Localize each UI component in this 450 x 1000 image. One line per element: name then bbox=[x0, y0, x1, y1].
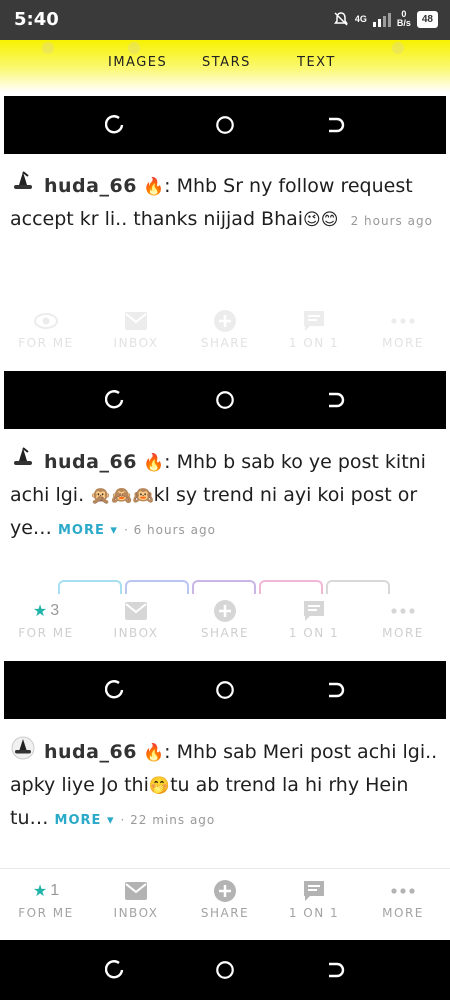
recent-apps-button[interactable] bbox=[105, 960, 125, 980]
action-bar: FOR ME INBOX SHARE 1 ON 1 MORE bbox=[0, 310, 450, 370]
recent-apps-icon bbox=[105, 960, 124, 979]
faded-tab-icon bbox=[392, 42, 404, 54]
for-me-button[interactable]: ★ 3 FOR ME bbox=[6, 600, 86, 640]
username[interactable]: huda_66 bbox=[44, 741, 137, 763]
share-button[interactable]: SHARE bbox=[185, 880, 265, 920]
more-button[interactable]: MORE bbox=[363, 600, 443, 640]
chat-icon bbox=[304, 601, 324, 621]
one-on-one-button[interactable]: 1 ON 1 bbox=[274, 880, 354, 920]
post-card[interactable]: huda_66 🔥: Mhb sab Meri post achi lgi.. … bbox=[10, 736, 440, 837]
post-time: · 6 hours ago bbox=[123, 523, 216, 537]
dots-icon bbox=[391, 318, 415, 324]
more-button[interactable]: MORE bbox=[363, 880, 443, 920]
for-me-button[interactable]: ★ 1 FOR ME bbox=[6, 880, 86, 920]
home-circle-icon bbox=[215, 115, 235, 135]
filter-chip bbox=[58, 580, 122, 594]
star-icon: ★ bbox=[32, 603, 48, 620]
witch-hat-avatar-icon[interactable] bbox=[10, 736, 36, 760]
back-icon bbox=[329, 962, 345, 978]
back-button[interactable] bbox=[325, 960, 345, 980]
tab-images[interactable]: IMAGES bbox=[108, 55, 167, 70]
witch-hat-avatar-icon[interactable] bbox=[10, 170, 36, 194]
for-me-button[interactable]: FOR ME bbox=[6, 310, 86, 350]
status-icons: 4G 0 B/s 48 bbox=[333, 10, 438, 28]
mute-bell-icon bbox=[333, 12, 348, 26]
fire-icon: 🔥 bbox=[142, 177, 165, 197]
post-emojis: 😉😊 bbox=[303, 210, 339, 230]
envelope-icon bbox=[125, 602, 147, 620]
inbox-button[interactable]: INBOX bbox=[96, 600, 176, 640]
one-on-one-button[interactable]: 1 ON 1 bbox=[274, 600, 354, 640]
star-count: 1 bbox=[50, 882, 60, 899]
hand-over-mouth-emoji: 🤭 bbox=[148, 776, 171, 796]
share-button[interactable]: SHARE bbox=[185, 600, 265, 640]
filter-chip bbox=[192, 580, 256, 594]
filter-chip bbox=[125, 580, 189, 594]
home-circle-icon bbox=[215, 680, 235, 700]
star-count: 3 bbox=[50, 602, 60, 619]
monkey-emojis: 🙊🙈🙉 bbox=[90, 486, 154, 506]
system-navigation-bar bbox=[0, 940, 450, 1000]
action-bar: ★ 3 FOR ME INBOX SHARE 1 ON 1 MORE bbox=[0, 600, 450, 660]
fire-icon: 🔥 bbox=[142, 743, 165, 763]
username[interactable]: huda_66 bbox=[44, 175, 137, 197]
android-navbar-image bbox=[4, 96, 446, 154]
fire-icon: 🔥 bbox=[142, 453, 165, 473]
plus-circle-icon bbox=[214, 310, 236, 332]
plus-circle-icon bbox=[214, 880, 236, 902]
witch-hat-avatar-icon[interactable] bbox=[10, 446, 36, 470]
signal-icon bbox=[372, 11, 391, 27]
filter-chip bbox=[326, 580, 390, 594]
android-navbar-image bbox=[4, 661, 446, 719]
divider bbox=[0, 868, 450, 869]
status-bar: 5:40 4G 0 B/s 48 bbox=[0, 0, 450, 40]
battery-icon: 48 bbox=[416, 10, 438, 28]
chat-icon bbox=[304, 881, 324, 901]
post-time: 2 hours ago bbox=[350, 214, 433, 228]
tabs-bar: IMAGES STARS TEXT bbox=[0, 40, 450, 92]
home-button[interactable] bbox=[215, 960, 235, 980]
recent-apps-icon bbox=[105, 390, 125, 410]
eye-icon bbox=[34, 313, 58, 329]
back-icon bbox=[325, 390, 345, 410]
network-type: 4G bbox=[354, 14, 367, 24]
share-button[interactable]: SHARE bbox=[185, 310, 265, 350]
plus-circle-icon bbox=[214, 600, 236, 622]
dots-icon bbox=[391, 888, 415, 894]
filter-chip bbox=[259, 580, 323, 594]
inbox-button[interactable]: INBOX bbox=[96, 880, 176, 920]
dots-icon bbox=[391, 608, 415, 614]
username[interactable]: huda_66 bbox=[44, 451, 137, 473]
back-icon bbox=[325, 680, 345, 700]
post-time: · 22 mins ago bbox=[120, 813, 216, 827]
tab-text[interactable]: TEXT bbox=[297, 55, 336, 70]
action-bar: ★ 1 FOR ME INBOX SHARE 1 ON 1 MORE bbox=[0, 880, 450, 940]
android-navbar-image bbox=[4, 371, 446, 429]
inbox-button[interactable]: INBOX bbox=[96, 310, 176, 350]
faded-tab-icon bbox=[128, 42, 140, 54]
net-speed: 0 B/s bbox=[396, 9, 411, 28]
envelope-icon bbox=[125, 882, 147, 900]
status-time: 5:40 bbox=[14, 9, 59, 30]
more-button[interactable]: MORE bbox=[363, 310, 443, 350]
back-icon bbox=[325, 115, 345, 135]
more-link[interactable]: MORE ▾ bbox=[58, 523, 118, 538]
tab-stars[interactable]: STARS bbox=[202, 55, 251, 70]
star-icon: ★ bbox=[32, 883, 48, 900]
recent-apps-icon bbox=[105, 115, 125, 135]
faded-tab-icon bbox=[42, 42, 54, 54]
post-card[interactable]: huda_66 🔥: Mhb b sab ko ye post kitni ac… bbox=[10, 446, 440, 547]
envelope-icon bbox=[125, 312, 147, 330]
recent-apps-icon bbox=[105, 680, 125, 700]
home-circle-icon bbox=[216, 961, 234, 979]
one-on-one-button[interactable]: 1 ON 1 bbox=[274, 310, 354, 350]
chat-icon bbox=[304, 311, 324, 331]
more-link[interactable]: MORE ▾ bbox=[55, 813, 115, 828]
post-card[interactable]: huda_66 🔥: Mhb Sr ny follow request acce… bbox=[10, 170, 440, 237]
home-circle-icon bbox=[215, 390, 235, 410]
